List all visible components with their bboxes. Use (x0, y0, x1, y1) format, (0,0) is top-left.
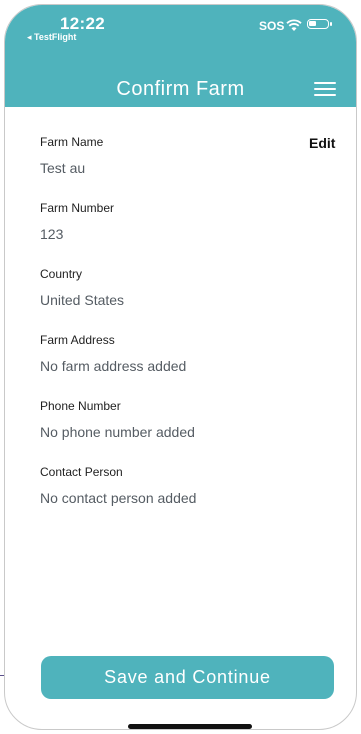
field-farm-name: Farm Name Test au (40, 135, 300, 201)
screen: 12:22 ◂ TestFlight SOS Confirm Farm Edit (0, 0, 361, 734)
field-country: Country United States (40, 267, 300, 333)
battery-icon (307, 19, 332, 29)
field-label: Contact Person (40, 465, 123, 479)
field-phone-number: Phone Number No phone number added (40, 399, 300, 465)
header-bar: 12:22 ◂ TestFlight SOS Confirm Farm (5, 5, 356, 107)
field-value: Test au (40, 160, 86, 176)
field-value: 123 (40, 226, 64, 242)
field-value: United States (40, 292, 125, 308)
save-and-continue-button[interactable]: Save and Continue (41, 656, 334, 699)
field-label: Farm Number (40, 201, 115, 215)
field-value: No contact person added (40, 490, 197, 506)
page-title: Confirm Farm (116, 78, 245, 100)
field-contact-person: Contact Person No contact person added (40, 465, 300, 531)
status-time: 12:22 (60, 14, 105, 33)
hamburger-menu-icon[interactable] (314, 80, 336, 98)
field-farm-number: Farm Number 123 (40, 201, 300, 267)
edit-button[interactable]: Edit (309, 135, 335, 151)
field-label: Country (40, 267, 83, 281)
sos-indicator: SOS (259, 19, 285, 33)
field-label: Phone Number (40, 399, 121, 413)
back-to-app-link[interactable]: ◂ TestFlight (27, 32, 76, 43)
phone-frame: 12:22 ◂ TestFlight SOS Confirm Farm Edit (4, 4, 357, 730)
field-label: Farm Name (40, 135, 104, 149)
wifi-icon (286, 19, 302, 31)
field-farm-address: Farm Address No farm address added (40, 333, 300, 399)
status-bar: 12:22 ◂ TestFlight SOS (5, 5, 356, 49)
field-value: No phone number added (40, 424, 195, 440)
farm-details: Farm Name Test au Farm Number 123 Countr… (40, 135, 300, 531)
home-indicator (128, 724, 252, 729)
field-value: No farm address added (40, 358, 187, 374)
field-label: Farm Address (40, 333, 115, 347)
